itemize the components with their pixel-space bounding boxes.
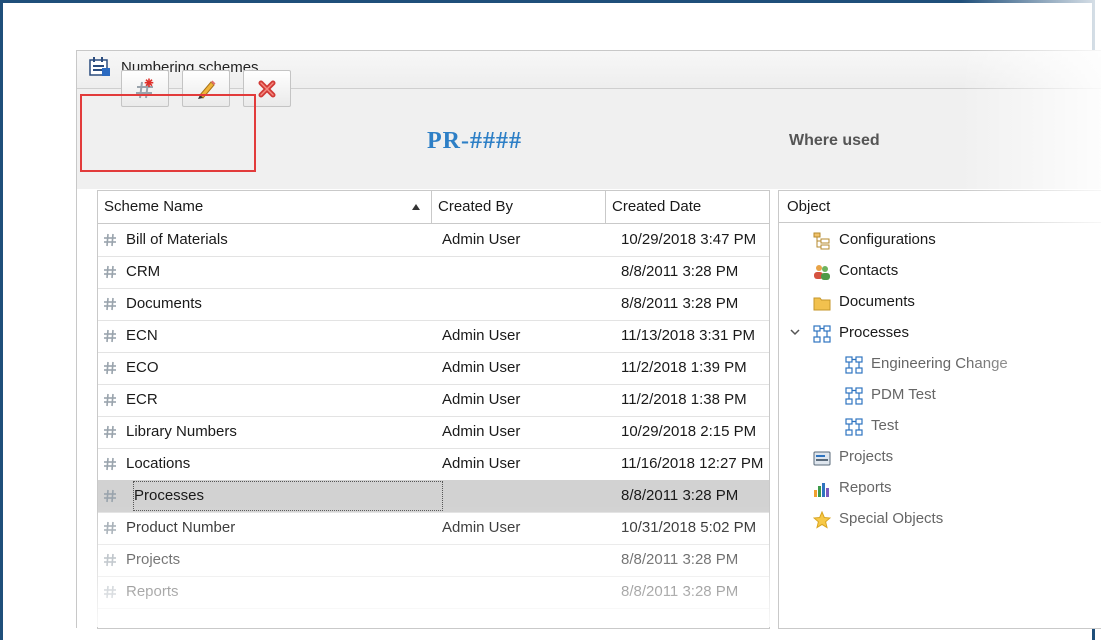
table-row[interactable]: ECN Admin User 11/13/2018 3:31 PM xyxy=(98,320,769,353)
cell-created-by xyxy=(442,288,602,320)
grid-header: Scheme Name Created By Created Date xyxy=(98,191,769,224)
process-icon xyxy=(845,355,863,374)
window-titlebar: Numbering schemes xyxy=(77,51,1101,89)
cell-scheme-name: Library Numbers xyxy=(126,423,237,440)
hash-icon xyxy=(102,360,118,376)
chevron-down-icon[interactable] xyxy=(789,318,801,359)
column-header-label: Created Date xyxy=(612,198,702,215)
hash-icon xyxy=(102,264,118,280)
numbering-schemes-app-icon xyxy=(89,57,110,76)
tree-node-label: Documents xyxy=(839,293,915,310)
tree-header-object: Object xyxy=(779,191,1101,223)
tree-node-label: Contacts xyxy=(839,262,899,279)
scheme-code-preview: PR-#### xyxy=(427,128,522,154)
folder-icon xyxy=(813,293,831,311)
configurations-icon xyxy=(813,231,831,250)
hash-icon xyxy=(102,424,118,440)
tree-node-label: Reports xyxy=(839,479,892,496)
cell-scheme-name: ECO xyxy=(126,359,159,376)
cell-scheme-name: Bill of Materials xyxy=(126,231,228,248)
column-header-scheme-name[interactable]: Scheme Name xyxy=(98,191,432,223)
cell-created-date: 8/8/2011 3:28 PM xyxy=(621,295,739,312)
hash-icon xyxy=(102,232,118,248)
where-used-heading: Where used xyxy=(789,132,880,149)
hash-icon xyxy=(102,456,118,472)
tree-node-label: Configurations xyxy=(839,231,936,248)
process-icon xyxy=(845,417,863,436)
column-header-label: Scheme Name xyxy=(104,198,204,215)
cell-created-date: 10/29/2018 3:47 PM xyxy=(621,231,757,248)
hash-icon xyxy=(102,488,118,504)
star-icon xyxy=(812,510,832,529)
cell-created-by: Admin User xyxy=(442,423,521,440)
hash-icon xyxy=(102,296,118,312)
delete-x-icon xyxy=(258,80,276,97)
table-row[interactable]: Library Numbers Admin User 10/29/2018 2:15… xyxy=(98,416,769,449)
tree-node-label: Projects xyxy=(839,448,894,465)
table-row[interactable]: CRM 8/8/2011 3:28 PM xyxy=(98,256,769,289)
tree-node-label: PDM Test xyxy=(871,386,936,403)
table-row[interactable]: Bill of Materials Admin User 10/29/2018 3:… xyxy=(98,224,769,257)
cell-created-date: 11/2/2018 1:39 PM xyxy=(621,359,747,376)
cell-created-by: Admin User xyxy=(442,359,521,376)
cell-created-by: Admin User xyxy=(442,231,521,248)
cell-created-by: Admin User xyxy=(442,455,521,472)
tree-node-label: Test xyxy=(871,417,899,434)
column-header-label: Created By xyxy=(438,198,514,215)
sort-ascending-icon xyxy=(412,204,420,210)
cell-created-date: 11/13/2018 3:31 PM xyxy=(621,327,755,344)
cell-scheme-name: CRM xyxy=(126,263,161,280)
process-icon xyxy=(845,386,863,405)
cell-created-by xyxy=(442,256,602,288)
where-used-tree[interactable]: Object Configurations Contacts Documents Pr… xyxy=(778,190,1101,629)
cell-created-date: 8/8/2011 3:28 PM xyxy=(621,263,739,280)
tree-node-label: Processes xyxy=(839,324,910,341)
projects-icon xyxy=(813,448,831,466)
cell-created-date: 10/29/2018 2:15 PM xyxy=(621,423,757,440)
table-row[interactable]: ECO Admin User 11/2/2018 1:39 PM xyxy=(98,352,769,385)
process-icon xyxy=(813,324,831,343)
toolbar-highlight-box xyxy=(80,94,256,172)
cell-created-by: Admin User xyxy=(442,327,521,344)
table-row[interactable]: ECR Admin User 11/2/2018 1:38 PM xyxy=(98,384,769,417)
column-header-created-date[interactable]: Created Date xyxy=(606,191,769,223)
tree-node-label: Engineering Change xyxy=(871,355,1008,372)
cell-scheme-name: ECR xyxy=(126,391,158,408)
cell-created-date: 11/2/2018 1:38 PM xyxy=(621,391,747,408)
hash-icon xyxy=(102,392,118,408)
cell-scheme-name: Locations xyxy=(126,455,191,472)
table-row[interactable]: Locations Admin User 11/16/2018 12:27 PM xyxy=(98,448,769,481)
tree-node-label: Special Objects xyxy=(839,510,944,527)
cell-scheme-name: ECN xyxy=(126,327,158,344)
cell-created-by: Admin User xyxy=(442,391,521,408)
contacts-icon xyxy=(813,262,831,280)
reports-icon xyxy=(813,479,831,497)
column-header-created-by[interactable]: Created By xyxy=(432,191,606,223)
bottom-fade-overlay xyxy=(97,505,777,627)
table-row[interactable]: Documents 8/8/2011 3:28 PM xyxy=(98,288,769,321)
cell-created-date: 11/16/2018 12:27 PM xyxy=(621,455,764,472)
cell-scheme-name: Documents xyxy=(126,295,202,312)
hash-icon xyxy=(102,328,118,344)
